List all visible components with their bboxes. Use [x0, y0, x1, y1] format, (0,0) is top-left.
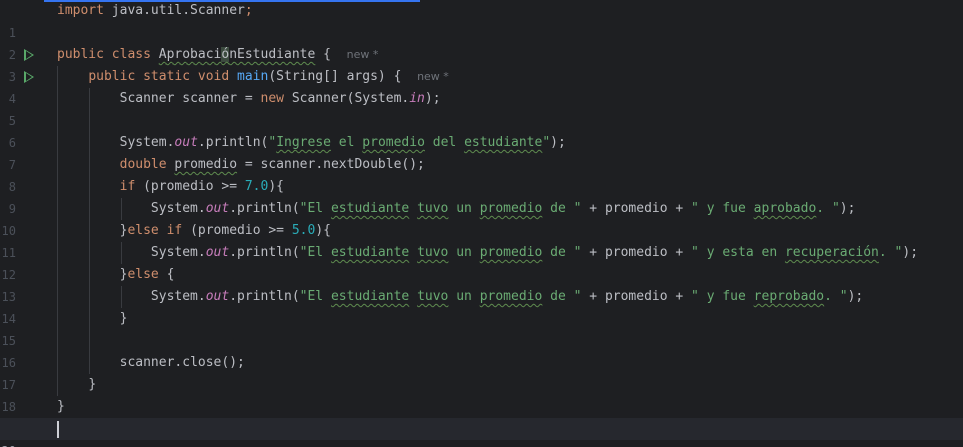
code-line[interactable]: 14 System.out.println("El estudiante tuv…	[0, 286, 963, 326]
line-number: 20	[0, 440, 16, 447]
code-line[interactable]: 5 Scanner scanner = new Scanner(System.i…	[0, 88, 963, 128]
code-token: {	[315, 47, 331, 62]
code-line-current[interactable]: 20	[0, 418, 963, 447]
code-line[interactable]: 17 scanner.close();	[0, 352, 963, 392]
code-token: java.util.Scanner	[103, 3, 245, 18]
code-line[interactable]: 4 public static void main(String[] args)…	[0, 66, 963, 106]
vcs-hint[interactable]: new *	[347, 48, 379, 61]
code-token: public class	[57, 47, 151, 62]
code-line[interactable]: 3 public class AprobaciónEstudiante { ne…	[0, 44, 963, 84]
vcs-hint[interactable]: new *	[417, 70, 449, 83]
code-line[interactable]: 18 }	[0, 374, 963, 414]
code-line[interactable]: 10 System.out.println("El estudiante tuv…	[0, 198, 963, 238]
code-token: ;	[244, 3, 253, 18]
code-token: public static void	[88, 69, 230, 84]
code-editor[interactable]: 1 import java.util.Scanner; 2 3 public c…	[0, 0, 963, 447]
code-line[interactable]: 1 import java.util.Scanner;	[0, 0, 963, 40]
code-line[interactable]: 13 }else {	[0, 264, 963, 304]
class-name: AprobaciónEstudiante	[158, 47, 316, 62]
run-method-icon[interactable]	[24, 71, 34, 83]
code-line[interactable]: 2	[0, 22, 963, 62]
code-line[interactable]: 16	[0, 330, 963, 370]
code-line[interactable]: 6	[0, 110, 963, 150]
code-line[interactable]: 12 System.out.println("El estudiante tuv…	[0, 242, 963, 282]
code-line[interactable]: 8 double promedio = scanner.nextDouble()…	[0, 154, 963, 194]
code-line[interactable]: 19 }	[0, 396, 963, 436]
text-cursor	[57, 421, 59, 438]
code-line[interactable]: 11 }else if (promedio >= 5.0){	[0, 220, 963, 260]
run-class-icon[interactable]	[24, 49, 34, 61]
code-token: import	[57, 3, 104, 18]
code-line[interactable]: 15 }	[0, 308, 963, 348]
code-line[interactable]: 7 System.out.println("Ingrese el promedi…	[0, 132, 963, 172]
code-token: (String[] args) {	[268, 69, 402, 84]
code-line[interactable]: 9 if (promedio >= 7.0){	[0, 176, 963, 216]
code-token: main	[237, 69, 269, 84]
